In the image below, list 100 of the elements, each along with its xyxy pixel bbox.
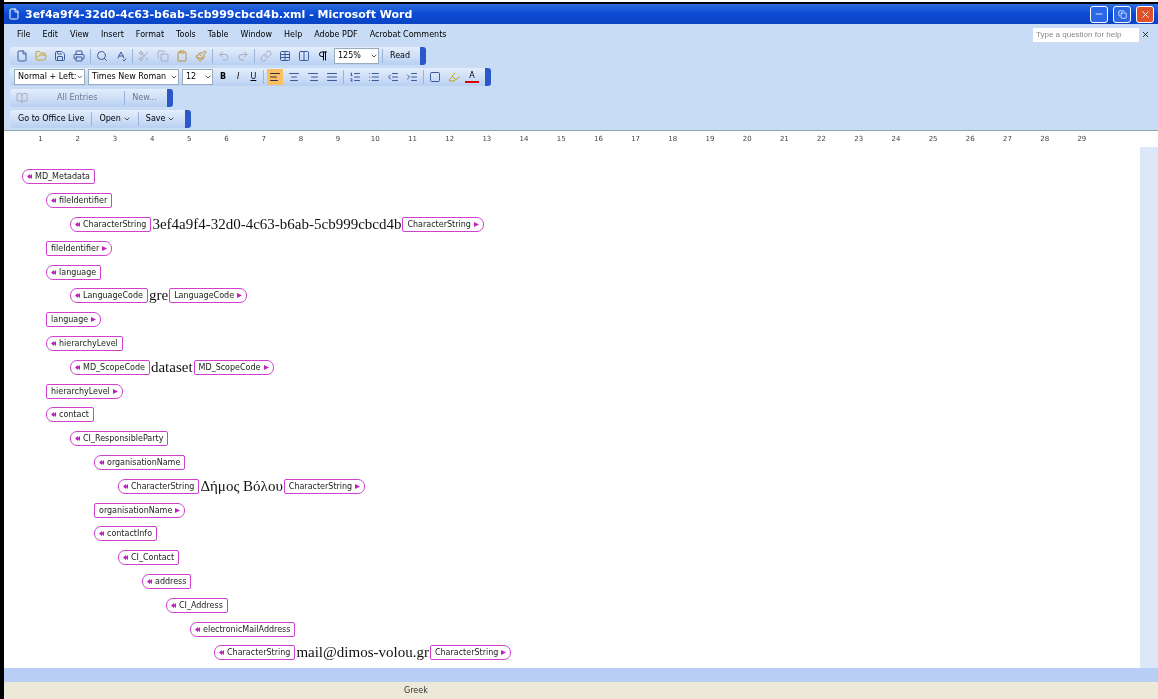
font-size-dropdown[interactable]: 12 [182, 68, 213, 85]
open-tag-marker-icon [51, 412, 56, 418]
menu-item[interactable]: View [64, 28, 94, 41]
clipboard-button[interactable] [174, 47, 190, 64]
xml-close-tag: CharacterString [402, 217, 484, 232]
xml-open-tag: CI_Contact [118, 550, 180, 566]
table-icon [279, 49, 291, 62]
close-tag-marker-icon [263, 364, 269, 370]
menu-item[interactable]: Edit [37, 28, 63, 41]
open-tag-marker-icon [99, 531, 104, 537]
element-value: mail@dimos-volou.gr [296, 644, 429, 662]
element-value: 3ef4a9f4-32d0-4c63-b6ab-5cb999cbcd4b [152, 216, 402, 233]
open-button[interactable]: Open [95, 113, 135, 124]
menu-item[interactable]: File [12, 28, 36, 41]
align-left-icon [269, 70, 282, 83]
menu-item[interactable]: Adobe PDF [309, 28, 363, 41]
bullet-list-icon [368, 70, 381, 83]
increase-indent-icon [406, 70, 419, 83]
close-icon[interactable] [1141, 30, 1150, 39]
cut-icon [138, 49, 150, 62]
document-icon [8, 8, 20, 20]
open-tag-marker-icon [75, 222, 80, 227]
close-tag-marker-icon [473, 222, 479, 227]
xml-open-tag: address [142, 573, 192, 589]
italic-button[interactable]: I [233, 71, 244, 82]
xml-close-tag: fileIdentifier [46, 240, 113, 256]
align-left-button[interactable] [267, 68, 284, 85]
printer-icon [73, 49, 85, 62]
close-tag-marker-icon [91, 317, 97, 323]
office-live-button[interactable]: Go to Office Live [14, 113, 89, 124]
close-tag-marker-icon [102, 245, 108, 251]
folder-icon [35, 49, 47, 62]
vertical-scrollbar[interactable] [1140, 147, 1158, 668]
redo-icon [237, 49, 249, 62]
element-value: dataset [150, 358, 193, 376]
xml-close-tag: CharacterString [283, 478, 366, 494]
printer-button[interactable] [71, 47, 87, 64]
close-button[interactable] [1136, 5, 1154, 23]
xml-open-tag: CI_ResponsibleParty [70, 431, 169, 447]
undo-icon [218, 49, 230, 62]
save-button[interactable]: Save [141, 113, 180, 124]
read-button[interactable]: Read [386, 50, 415, 61]
xml-open-tag: fileIdentifier [46, 193, 113, 209]
close-tag-marker-icon [112, 388, 118, 394]
spellcheck-icon [115, 49, 127, 62]
underline-button[interactable]: U [246, 71, 261, 82]
open-tag-marker-icon [171, 602, 176, 608]
open-tag-marker-icon [51, 340, 56, 346]
element-value: gre [148, 287, 169, 305]
align-center-icon [288, 70, 301, 83]
menu-item[interactable]: Help [279, 28, 308, 41]
new-document-button[interactable] [14, 47, 30, 64]
border-icon [429, 70, 442, 83]
autotext-icon [16, 91, 28, 104]
xml-close-tag: CharacterString [429, 645, 512, 661]
xml-open-tag: CharacterString [214, 645, 296, 661]
justify-icon [326, 70, 339, 83]
menu-item[interactable]: Tools [171, 28, 201, 41]
new-document-icon [16, 49, 28, 62]
align-right-icon [307, 70, 320, 83]
print-preview-icon [96, 49, 108, 62]
open-tag-marker-icon [27, 174, 32, 180]
xml-close-tag: hierarchyLevel [46, 383, 123, 399]
menu-item[interactable]: Acrobat Comments [364, 28, 452, 41]
help-search-field[interactable]: Type a question for help [1033, 27, 1139, 42]
menu-item[interactable]: Format [130, 28, 170, 41]
xml-close-tag: organisationName [94, 502, 186, 518]
close-tag-marker-icon [501, 650, 507, 656]
xml-open-tag: organisationName [94, 454, 186, 470]
status-language: Greek [404, 686, 428, 695]
bold-button[interactable]: B [216, 71, 231, 82]
menu-item[interactable]: Window [235, 28, 277, 41]
minimize-button[interactable] [1090, 5, 1108, 23]
style-dropdown[interactable]: Normal + Left: [14, 68, 85, 85]
highlighter-icon [448, 70, 461, 83]
zoom-dropdown[interactable]: 125% [334, 47, 379, 64]
font-dropdown[interactable]: Times New Roman [88, 68, 179, 85]
menu-item[interactable]: Insert [95, 28, 129, 41]
close-tag-marker-icon [175, 507, 181, 513]
xml-open-tag: hierarchyLevel [46, 335, 123, 351]
open-tag-marker-icon [75, 436, 80, 442]
open-tag-marker-icon [51, 269, 56, 275]
horizontal-scrollbar[interactable] [4, 668, 1158, 682]
xml-open-tag: contactInfo [94, 526, 158, 542]
copy-icon [157, 49, 169, 62]
caret-icon [76, 72, 84, 81]
open-tag-marker-icon [219, 650, 224, 656]
restore-button[interactable] [1113, 5, 1131, 23]
xml-open-tag: electronicMailAddress [190, 621, 296, 637]
xml-close-tag: MD_ScopeCode [193, 359, 274, 375]
xml-close-tag: language [46, 312, 102, 328]
open-tag-marker-icon [195, 626, 200, 632]
save-icon [54, 49, 66, 62]
font-color-button[interactable]: A [465, 70, 479, 83]
menu-item[interactable]: Table [202, 28, 234, 41]
xml-open-tag: language [46, 264, 102, 280]
open-tag-marker-icon [123, 555, 128, 561]
open-tag-marker-icon [75, 364, 80, 370]
columns-icon [298, 49, 310, 62]
numbered-list-icon [349, 70, 362, 83]
